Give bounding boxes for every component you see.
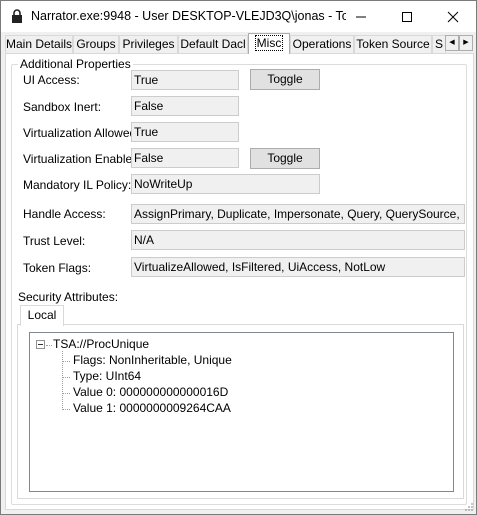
mandatory-il-policy-value: NoWriteUp (131, 174, 320, 194)
tab-token-source[interactable]: Token Source (354, 35, 432, 53)
toggle-ui-access-button[interactable]: Toggle (250, 69, 320, 90)
token-properties-window: Narrator.exe:9948 - User DESKTOP-VLEJD3Q… (0, 0, 477, 515)
handle-access-value: AssignPrimary, Duplicate, Impersonate, Q… (131, 204, 465, 224)
tree-node-value-1[interactable]: Value 1: 0000000009264CAA (73, 401, 231, 415)
tab-scroll-left-button[interactable]: ◀ (445, 35, 459, 51)
window-title: Narrator.exe:9948 - User DESKTOP-VLEJD3Q… (31, 9, 346, 23)
tree-node-value-0[interactable]: Value 0: 000000000000016D (73, 385, 228, 399)
tab-strip: Main Details Groups Privileges Default D… (5, 33, 474, 54)
tab-groups[interactable]: Groups (73, 35, 119, 53)
tab-overflow[interactable]: S (432, 35, 446, 53)
ui-access-label: UI Access: (23, 73, 80, 87)
mandatory-il-policy-label: Mandatory IL Policy: (23, 178, 132, 192)
arrow-left-icon: ◀ (449, 39, 455, 46)
sandbox-inert-label: Sandbox Inert: (23, 100, 102, 114)
lock-icon (12, 9, 22, 23)
security-attributes-tree[interactable]: TSA://ProcUnique Flags: NonInheritable, … (29, 332, 454, 492)
tab-main-details[interactable]: Main Details (5, 35, 73, 53)
tree-node-flags[interactable]: Flags: NonInheritable, Unique (73, 353, 232, 367)
tree-node-root[interactable]: TSA://ProcUnique (53, 337, 149, 351)
trust-level-value: N/A (131, 230, 465, 250)
maximize-button[interactable] (384, 1, 430, 32)
tab-operations[interactable]: Operations (290, 35, 354, 53)
handle-access-label: Handle Access: (23, 207, 106, 221)
tab-misc[interactable]: Misc (248, 33, 290, 54)
minus-icon (38, 344, 43, 345)
virtualization-allowed-value: True (131, 122, 239, 142)
toggle-virtualization-button[interactable]: Toggle (250, 148, 320, 169)
close-button[interactable] (430, 1, 476, 32)
close-icon (447, 11, 459, 23)
tab-local[interactable]: Local (20, 305, 64, 326)
virtualization-enabled-value: False (131, 148, 239, 168)
virtualization-enabled-label: Virtualization Enabled: (23, 152, 143, 166)
title-bar[interactable]: Narrator.exe:9948 - User DESKTOP-VLEJD3Q… (1, 1, 476, 32)
tree-connector (62, 351, 63, 410)
tree-connector (46, 345, 52, 346)
tree-connector (62, 377, 70, 378)
sandbox-inert-value: False (131, 96, 239, 116)
tab-default-dacl[interactable]: Default Dacl (178, 35, 248, 53)
tab-privileges[interactable]: Privileges (119, 35, 178, 53)
security-attributes-panel: TSA://ProcUnique Flags: NonInheritable, … (17, 324, 464, 499)
tab-scroll-right-button[interactable]: ▶ (459, 35, 473, 51)
collapse-toggle[interactable] (36, 340, 45, 349)
resize-grip-icon[interactable] (464, 502, 474, 512)
minimize-icon (356, 16, 366, 18)
token-flags-value: VirtualizeAllowed, IsFiltered, UiAccess,… (131, 257, 465, 277)
minimize-button[interactable] (338, 1, 384, 32)
maximize-icon (402, 12, 412, 22)
security-attributes-label: Security Attributes: (18, 290, 119, 304)
tree-node-type[interactable]: Type: UInt64 (73, 369, 141, 383)
arrow-right-icon: ▶ (463, 39, 469, 46)
virtualization-allowed-label: Virtualization Allowed: (23, 126, 140, 140)
tree-connector (62, 361, 70, 362)
group-title: Additional Properties (18, 57, 133, 71)
tab-misc-label: Misc (254, 35, 284, 51)
tree-connector (62, 393, 70, 394)
token-flags-label: Token Flags: (23, 261, 92, 275)
tree-connector (62, 409, 70, 410)
ui-access-value: True (131, 70, 239, 90)
trust-level-label: Trust Level: (23, 234, 86, 248)
